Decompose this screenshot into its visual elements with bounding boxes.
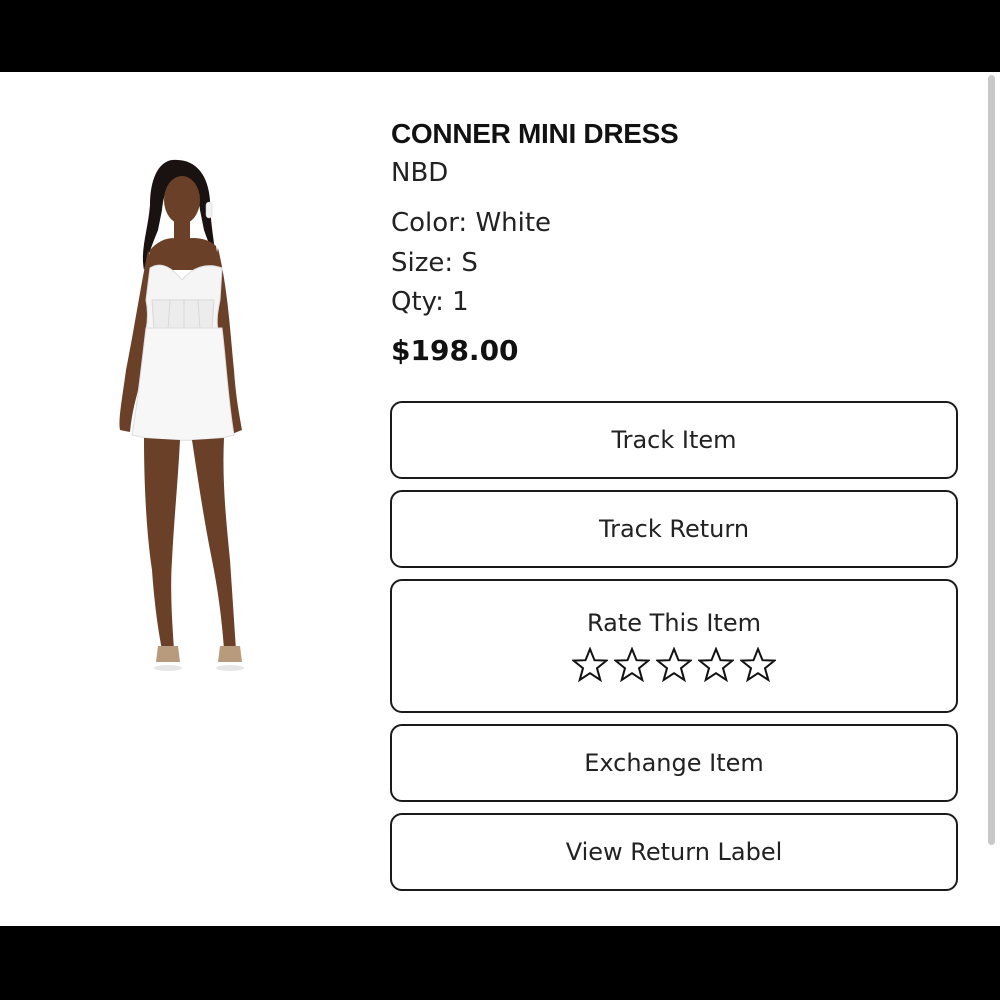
rate-item-label: Rate This Item <box>587 609 761 637</box>
product-image[interactable] <box>100 150 280 690</box>
star-outline-icon[interactable] <box>740 647 776 683</box>
rate-item-panel: Rate This Item <box>390 579 958 713</box>
star-outline-icon[interactable] <box>614 647 650 683</box>
star-rating <box>572 647 776 683</box>
star-outline-icon[interactable] <box>656 647 692 683</box>
product-brand: NBD <box>391 158 449 188</box>
product-title: CONNER MINI DRESS <box>391 118 679 149</box>
track-item-label: Track Item <box>611 426 737 454</box>
exchange-item-button[interactable]: Exchange Item <box>390 724 958 802</box>
top-letterbox-bar <box>0 0 1000 72</box>
view-return-label-button[interactable]: View Return Label <box>390 813 958 891</box>
view-return-label-label: View Return Label <box>565 838 783 866</box>
product-price: $198.00 <box>391 334 519 367</box>
bottom-letterbox-bar <box>0 926 1000 1000</box>
scrollbar-thumb[interactable] <box>988 75 995 845</box>
track-return-button[interactable]: Track Return <box>390 490 958 568</box>
star-outline-icon[interactable] <box>698 647 734 683</box>
exchange-item-label: Exchange Item <box>584 749 764 777</box>
star-outline-icon[interactable] <box>572 647 608 683</box>
product-quantity: Qty: 1 <box>391 287 469 317</box>
product-size: Size: S <box>391 248 478 278</box>
product-color: Color: White <box>391 208 552 238</box>
track-return-label: Track Return <box>598 515 750 543</box>
track-item-button[interactable]: Track Item <box>390 401 958 479</box>
